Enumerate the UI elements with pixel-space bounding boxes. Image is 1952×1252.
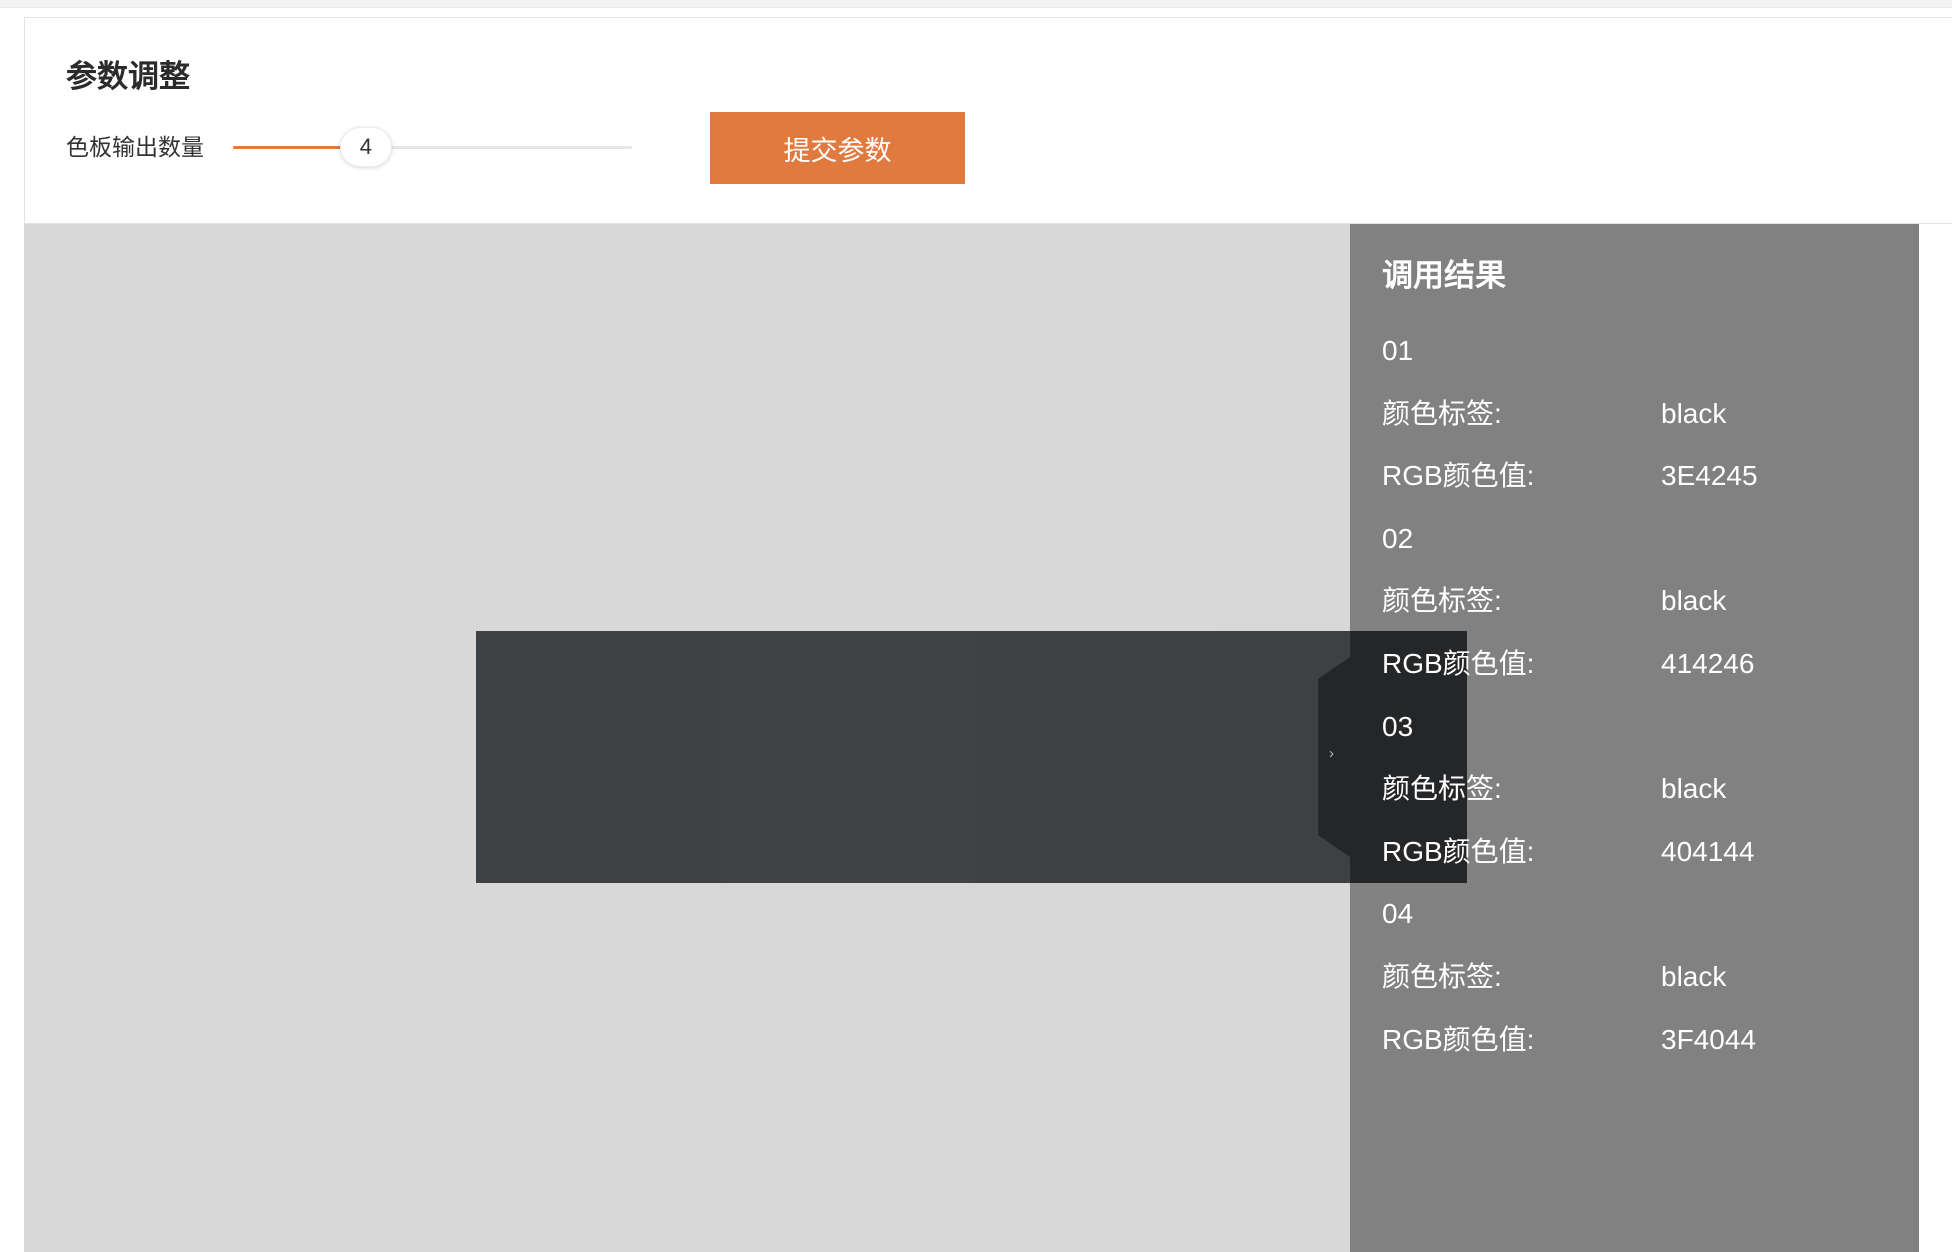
rgb-key: RGB颜色值:	[1382, 1023, 1535, 1055]
result-index-text: 02	[1382, 522, 1414, 554]
result-rgb-row: RGB颜色值: 3E4245	[1382, 445, 1902, 508]
result-index: 01	[1382, 320, 1902, 383]
results-list: 01 颜色标签: black RGB颜色值: 3E4245 02 颜色标签: blac…	[1382, 320, 1902, 1071]
color-label-value: black	[1661, 585, 1727, 617]
result-index: 04	[1382, 883, 1902, 946]
rgb-key: RGB颜色值:	[1382, 460, 1535, 492]
rgb-value: 414246	[1661, 647, 1755, 679]
parameter-panel	[24, 17, 1952, 224]
slider-thumb[interactable]: 4	[339, 127, 392, 167]
result-index-text: 04	[1382, 898, 1414, 930]
color-label-key: 颜色标签:	[1382, 773, 1502, 805]
result-index: 02	[1382, 508, 1902, 571]
color-label-key: 颜色标签:	[1382, 585, 1502, 617]
result-rgb-row: RGB颜色值: 414246	[1382, 633, 1902, 696]
results-title: 调用结果	[1382, 258, 1506, 293]
results-panel: 调用结果 01 颜色标签: black RGB颜色值: 3E4245 02 颜色标签…	[1350, 224, 1919, 1252]
top-strip	[0, 0, 1952, 8]
result-label-row: 颜色标签: black	[1382, 383, 1902, 446]
results-panel-toggle[interactable]: ›	[1318, 657, 1350, 857]
chevron-right-icon: ›	[1329, 745, 1334, 762]
panel-title: 参数调整	[66, 59, 190, 94]
rgb-value: 404144	[1661, 835, 1755, 867]
palette-swatch	[971, 631, 1220, 883]
rgb-key: RGB颜色值:	[1382, 647, 1535, 679]
color-label-key: 颜色标签:	[1382, 960, 1502, 992]
result-index-text: 03	[1382, 710, 1414, 742]
palette-swatch	[723, 631, 972, 883]
color-label-key: 颜色标签:	[1382, 397, 1502, 429]
page: 参数调整 色板输出数量 4 提交参数 调用结果 01 颜色标签: black RG…	[0, 0, 1952, 1252]
result-rgb-row: RGB颜色值: 404144	[1382, 821, 1902, 884]
result-label-row: 颜色标签: black	[1382, 946, 1902, 1009]
rgb-value: 3F4044	[1661, 1023, 1756, 1055]
rgb-value: 3E4245	[1661, 460, 1758, 492]
palette-swatch	[476, 631, 724, 883]
result-label-row: 颜色标签: black	[1382, 570, 1902, 633]
rgb-key: RGB颜色值:	[1382, 835, 1535, 867]
palette-count-slider[interactable]: 4	[233, 126, 632, 168]
submit-params-button[interactable]: 提交参数	[710, 112, 965, 184]
result-rgb-row: RGB颜色值: 3F4044	[1382, 1009, 1902, 1072]
result-index-text: 01	[1382, 335, 1414, 366]
color-label-value: black	[1661, 397, 1727, 429]
result-index: 03	[1382, 696, 1902, 759]
color-label-value: black	[1661, 960, 1727, 992]
palette-count-label: 色板输出数量	[66, 134, 204, 160]
result-label-row: 颜色标签: black	[1382, 758, 1902, 821]
slider-value: 4	[359, 134, 372, 159]
color-label-value: black	[1661, 773, 1727, 805]
